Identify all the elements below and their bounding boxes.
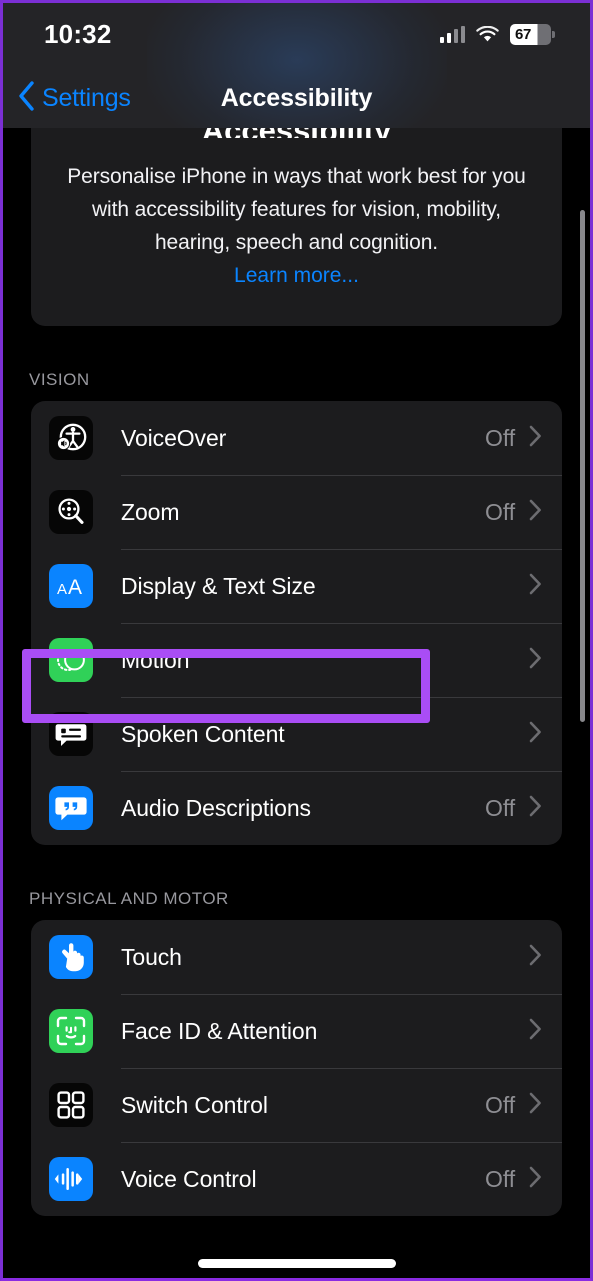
settings-row-spoken-content[interactable]: Spoken Content — [31, 697, 562, 771]
section-header: VISION — [29, 370, 90, 389]
settings-group-card: Touch Face ID & Attention Switch Control… — [31, 920, 562, 1216]
display-text-size-icon: A A — [49, 564, 93, 608]
home-indicator[interactable] — [197, 1259, 396, 1268]
settings-row-voice-control[interactable]: Voice Control Off — [31, 1142, 562, 1216]
settings-row-display-text-size[interactable]: A A Display & Text Size — [31, 549, 562, 623]
chevron-right-icon — [529, 795, 542, 822]
row-value: Off — [485, 424, 515, 451]
settings-sections: VISION VoiceOver Off Zoom Off A A Displa… — [0, 370, 593, 1216]
row-value: Off — [485, 1165, 515, 1192]
vertical-scrollbar[interactable] — [580, 210, 585, 722]
touch-hand-icon — [49, 935, 93, 979]
row-label: Touch — [121, 943, 182, 970]
row-label: Face ID & Attention — [121, 1017, 318, 1044]
status-bar: 10:32 67 — [0, 0, 593, 68]
chevron-right-icon — [529, 1092, 542, 1119]
settings-row-audio-descriptions[interactable]: Audio Descriptions Off — [31, 771, 562, 845]
svg-text:A: A — [57, 581, 67, 598]
chevron-right-icon — [529, 647, 542, 674]
row-value: Off — [485, 794, 515, 821]
row-label: Zoom — [121, 498, 180, 525]
settings-row-face-id-attention[interactable]: Face ID & Attention — [31, 994, 562, 1068]
switch-control-icon — [49, 1083, 93, 1127]
settings-row-switch-control[interactable]: Switch Control Off — [31, 1068, 562, 1142]
chevron-right-icon — [529, 1018, 542, 1045]
row-label: Switch Control — [121, 1091, 268, 1118]
row-label: Motion — [121, 646, 190, 673]
settings-row-touch[interactable]: Touch — [31, 920, 562, 994]
intro-description: Personalise iPhone in ways that work bes… — [67, 165, 526, 254]
row-label: Display & Text Size — [121, 572, 316, 599]
settings-row-voiceover[interactable]: VoiceOver Off — [31, 401, 562, 475]
row-value: Off — [485, 498, 515, 525]
motion-icon — [49, 638, 93, 682]
chevron-right-icon — [529, 721, 542, 748]
settings-row-zoom[interactable]: Zoom Off — [31, 475, 562, 549]
row-label: VoiceOver — [121, 424, 227, 451]
settings-group-card: VoiceOver Off Zoom Off A A Display & Text … — [31, 401, 562, 845]
face-id-icon — [49, 1009, 93, 1053]
iphone-screen: Accessibility Personalise iPhone in ways… — [0, 0, 593, 1281]
chevron-right-icon — [529, 499, 542, 526]
settings-scroll-view[interactable]: Accessibility Personalise iPhone in ways… — [0, 128, 593, 1281]
settings-row-motion[interactable]: Motion — [31, 623, 562, 697]
chevron-right-icon — [529, 1166, 542, 1193]
battery-icon: 67 — [510, 23, 555, 45]
chevron-right-icon — [529, 425, 542, 452]
svg-text:A: A — [68, 576, 82, 599]
learn-more-link[interactable]: Learn more... — [55, 259, 538, 292]
wifi-icon — [476, 25, 499, 43]
section-header: PHYSICAL AND MOTOR — [29, 889, 229, 908]
chevron-right-icon — [529, 573, 542, 600]
back-button[interactable]: Settings — [18, 80, 131, 116]
spoken-content-icon — [49, 712, 93, 756]
chevron-left-icon — [18, 80, 35, 116]
accessibility-intro-card: Personalise iPhone in ways that work bes… — [31, 128, 562, 326]
row-value: Off — [485, 1091, 515, 1118]
row-label: Audio Descriptions — [121, 794, 311, 821]
row-label: Spoken Content — [121, 720, 285, 747]
status-time: 10:32 — [44, 18, 112, 49]
voiceover-icon — [49, 416, 93, 460]
zoom-magnifier-icon — [49, 490, 93, 534]
chevron-right-icon — [529, 944, 542, 971]
row-label: Voice Control — [121, 1165, 257, 1192]
voice-control-icon — [49, 1157, 93, 1201]
battery-percent-label: 67 — [515, 25, 532, 43]
status-indicators: 67 — [439, 23, 555, 45]
cellular-bars-icon — [439, 25, 465, 43]
back-button-label: Settings — [42, 83, 131, 112]
audio-descriptions-icon — [49, 786, 93, 830]
